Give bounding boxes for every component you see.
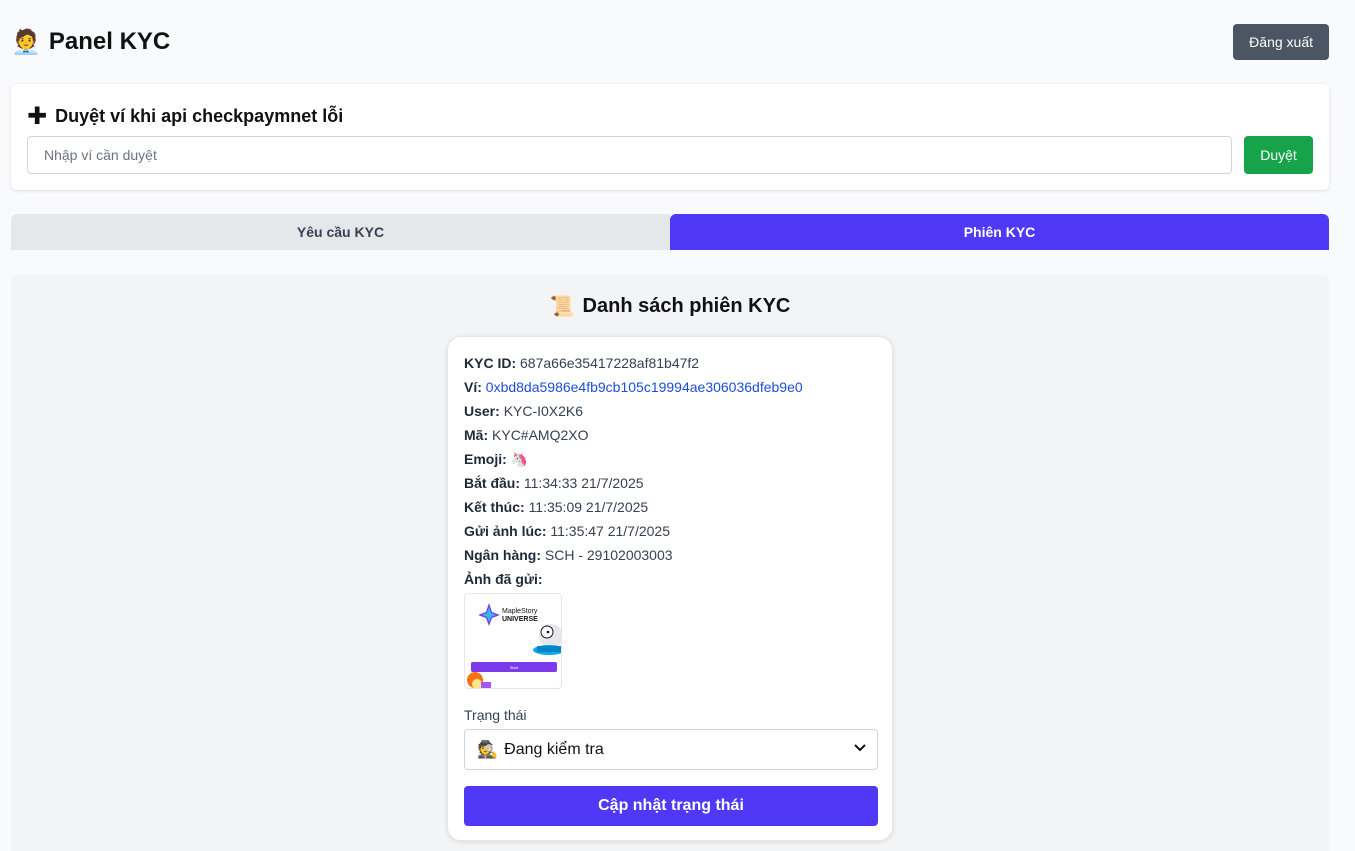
submitted-image-thumbnail[interactable]: MapleStory UNIVERSE Start xyxy=(464,593,562,689)
bank-value: SCH - 29102003003 xyxy=(544,547,673,563)
end-row: Kết thúc: 11:35:09 21/7/2025 xyxy=(464,499,648,515)
approve-button[interactable]: Duyệt xyxy=(1244,136,1313,174)
tab-bar: Yêu cầu KYC Phiên KYC xyxy=(11,214,1329,250)
sent-value: 11:35:47 21/7/2025 xyxy=(550,523,671,539)
sessions-panel: 📜 Danh sách phiên KYC KYC ID: 687a66e354… xyxy=(11,275,1329,851)
start-label: Bắt đầu: xyxy=(464,475,520,491)
page-title-text: Panel KYC xyxy=(48,28,171,55)
bank-label: Ngân hàng: xyxy=(464,547,541,563)
logout-button[interactable]: Đăng xuất xyxy=(1233,24,1329,60)
tab-kyc-sessions[interactable]: Phiên KYC xyxy=(670,214,1329,250)
status-label: Trạng thái xyxy=(464,707,527,723)
tab-kyc-requests[interactable]: Yêu cầu KYC xyxy=(11,214,670,250)
person-icon: 🧑‍💼 xyxy=(11,28,41,56)
thumb-start-text: Start xyxy=(510,665,519,670)
kyc-id-value: 687a66e35417228af81b47f2 xyxy=(520,355,700,371)
sent-label: Gửi ảnh lúc: xyxy=(464,523,547,539)
wallet-input[interactable] xyxy=(27,136,1232,174)
approve-wallet-title-text: Duyệt ví khi api checkpaymnet lỗi xyxy=(55,105,344,126)
kyc-id-row: KYC ID: 687a66e35417228af81b47f2 xyxy=(464,355,699,371)
bank-row: Ngân hàng: SCH - 29102003003 xyxy=(464,547,673,563)
detective-icon: 🕵 xyxy=(477,739,499,760)
emoji-row: Emoji: 🦄 xyxy=(464,451,528,468)
kyc-id-label: KYC ID: xyxy=(464,355,517,371)
approve-wallet-title: ✚ Duyệt ví khi api checkpaymnet lỗi xyxy=(27,104,343,128)
plus-icon: ✚ xyxy=(27,102,48,130)
page-header: 🧑‍💼 Panel KYC Đăng xuất xyxy=(11,24,1329,60)
sessions-title-text: Danh sách phiên KYC xyxy=(582,294,791,317)
image-row: Ảnh đã gửi: xyxy=(464,571,543,587)
sent-row: Gửi ảnh lúc: 11:35:47 21/7/2025 xyxy=(464,523,670,539)
submitted-image: MapleStory UNIVERSE Start xyxy=(465,594,561,688)
wallet-row: Ví: 0xbd8da5986e4fb9cb105c19994ae306036d… xyxy=(464,379,803,395)
update-status-button[interactable]: Cập nhật trạng thái xyxy=(464,786,878,826)
user-label: User: xyxy=(464,403,500,419)
end-value: 11:35:09 21/7/2025 xyxy=(528,499,649,515)
status-select-value: Đang kiểm tra xyxy=(504,740,604,758)
image-label: Ảnh đã gửi: xyxy=(464,571,543,587)
scroll-icon: 📜 xyxy=(549,294,575,318)
wallet-label: Ví: xyxy=(464,379,482,395)
start-value: 11:34:33 21/7/2025 xyxy=(523,475,644,491)
code-label: Mã: xyxy=(464,427,489,443)
unicorn-icon: 🦄 xyxy=(510,452,529,468)
session-card: KYC ID: 687a66e35417228af81b47f2 Ví: 0xb… xyxy=(447,336,893,841)
code-value: KYC#AMQ2XO xyxy=(492,427,589,443)
approve-wallet-card: ✚ Duyệt ví khi api checkpaymnet lỗi Duyệ… xyxy=(11,84,1329,190)
page-title: 🧑‍💼 Panel KYC xyxy=(11,28,170,56)
thumb-logo-line1: MapleStory xyxy=(502,608,538,615)
code-row: Mã: KYC#AMQ2XO xyxy=(464,427,589,443)
user-value: KYC-I0X2K6 xyxy=(503,403,584,419)
start-row: Bắt đầu: 11:34:33 21/7/2025 xyxy=(464,475,644,491)
user-row: User: KYC-I0X2K6 xyxy=(464,403,583,419)
sessions-title: 📜 Danh sách phiên KYC xyxy=(11,294,1329,318)
status-select[interactable]: 🕵 Đang kiểm tra xyxy=(464,729,878,770)
emoji-label: Emoji: xyxy=(464,451,507,467)
end-label: Kết thúc: xyxy=(464,499,525,515)
thumb-logo-line2: UNIVERSE xyxy=(502,616,538,623)
chevron-down-icon xyxy=(854,744,866,752)
wallet-link[interactable]: 0xbd8da5986e4fb9cb105c19994ae306036dfeb9… xyxy=(486,379,803,395)
